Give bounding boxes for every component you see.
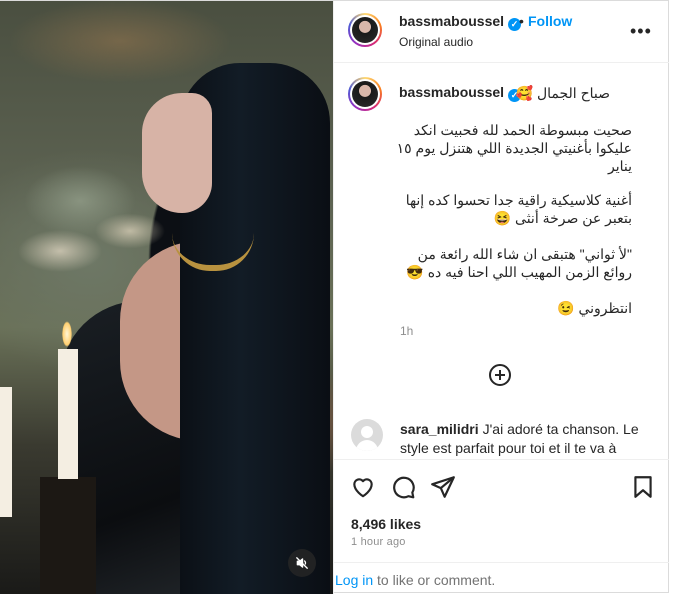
caption-paragraph: "لأ ثواني" هتبقى ان شاء الله رائعة من رو… — [406, 246, 632, 280]
post-actions: 8,496 likes 1 hour ago Log in to like or… — [334, 459, 669, 594]
separator-dot: • — [519, 13, 524, 29]
instagram-post: bassmaboussel ✓ • Follow Original audio •… — [0, 0, 669, 594]
comment: sara_milidri J'ai adoré ta chanson. Le st… — [400, 420, 646, 458]
caption-author-avatar[interactable] — [348, 77, 382, 111]
plus-icon — [495, 370, 505, 380]
post-video[interactable] — [0, 1, 333, 594]
caption-paragraph: صحيت مبسوطة الحمد لله فحبيت انكد عليكوا … — [396, 122, 632, 174]
caption-first-line: صباح الجمال 🥰 — [515, 85, 610, 101]
login-prompt: Log in to like or comment. — [334, 562, 669, 595]
mute-button[interactable] — [288, 549, 316, 577]
caption-paragraph: انتظروني 😉 — [557, 300, 632, 316]
post-header: bassmaboussel ✓ • Follow Original audio •… — [334, 1, 669, 63]
author-avatar[interactable] — [348, 13, 382, 47]
like-count[interactable]: 8,496 likes — [351, 516, 421, 532]
caption-timestamp[interactable]: 1h — [400, 324, 413, 338]
login-suffix-text: to like or comment. — [373, 572, 496, 588]
candle — [58, 349, 78, 479]
like-heart-icon[interactable] — [350, 474, 376, 500]
candle-holder — [40, 477, 96, 594]
post-timestamp[interactable]: 1 hour ago — [351, 536, 406, 548]
follow-button[interactable]: Follow — [528, 13, 572, 29]
comment-username[interactable]: sara_milidri — [400, 421, 479, 437]
muted-speaker-icon — [296, 557, 308, 569]
more-options-icon[interactable]: ••• — [630, 21, 652, 42]
caption-paragraph: أغنية كلاسيكية راقية جدا تحسوا كده إنها … — [405, 192, 632, 226]
load-more-comments-button[interactable] — [489, 364, 511, 386]
post-side-panel: bassmaboussel ✓ • Follow Original audio •… — [333, 1, 669, 594]
caption-username[interactable]: bassmaboussel ✓ — [399, 84, 522, 102]
audio-label[interactable]: Original audio — [399, 35, 473, 49]
comment-bubble-icon[interactable] — [390, 474, 416, 500]
save-bookmark-icon[interactable] — [630, 474, 656, 500]
commenter-avatar[interactable] — [351, 419, 383, 451]
candle-flame — [62, 321, 72, 347]
share-paper-plane-icon[interactable] — [430, 474, 456, 500]
login-link[interactable]: Log in — [335, 572, 373, 588]
author-username[interactable]: bassmaboussel ✓ — [399, 13, 522, 31]
candle — [0, 387, 12, 517]
woman-face — [142, 93, 212, 213]
